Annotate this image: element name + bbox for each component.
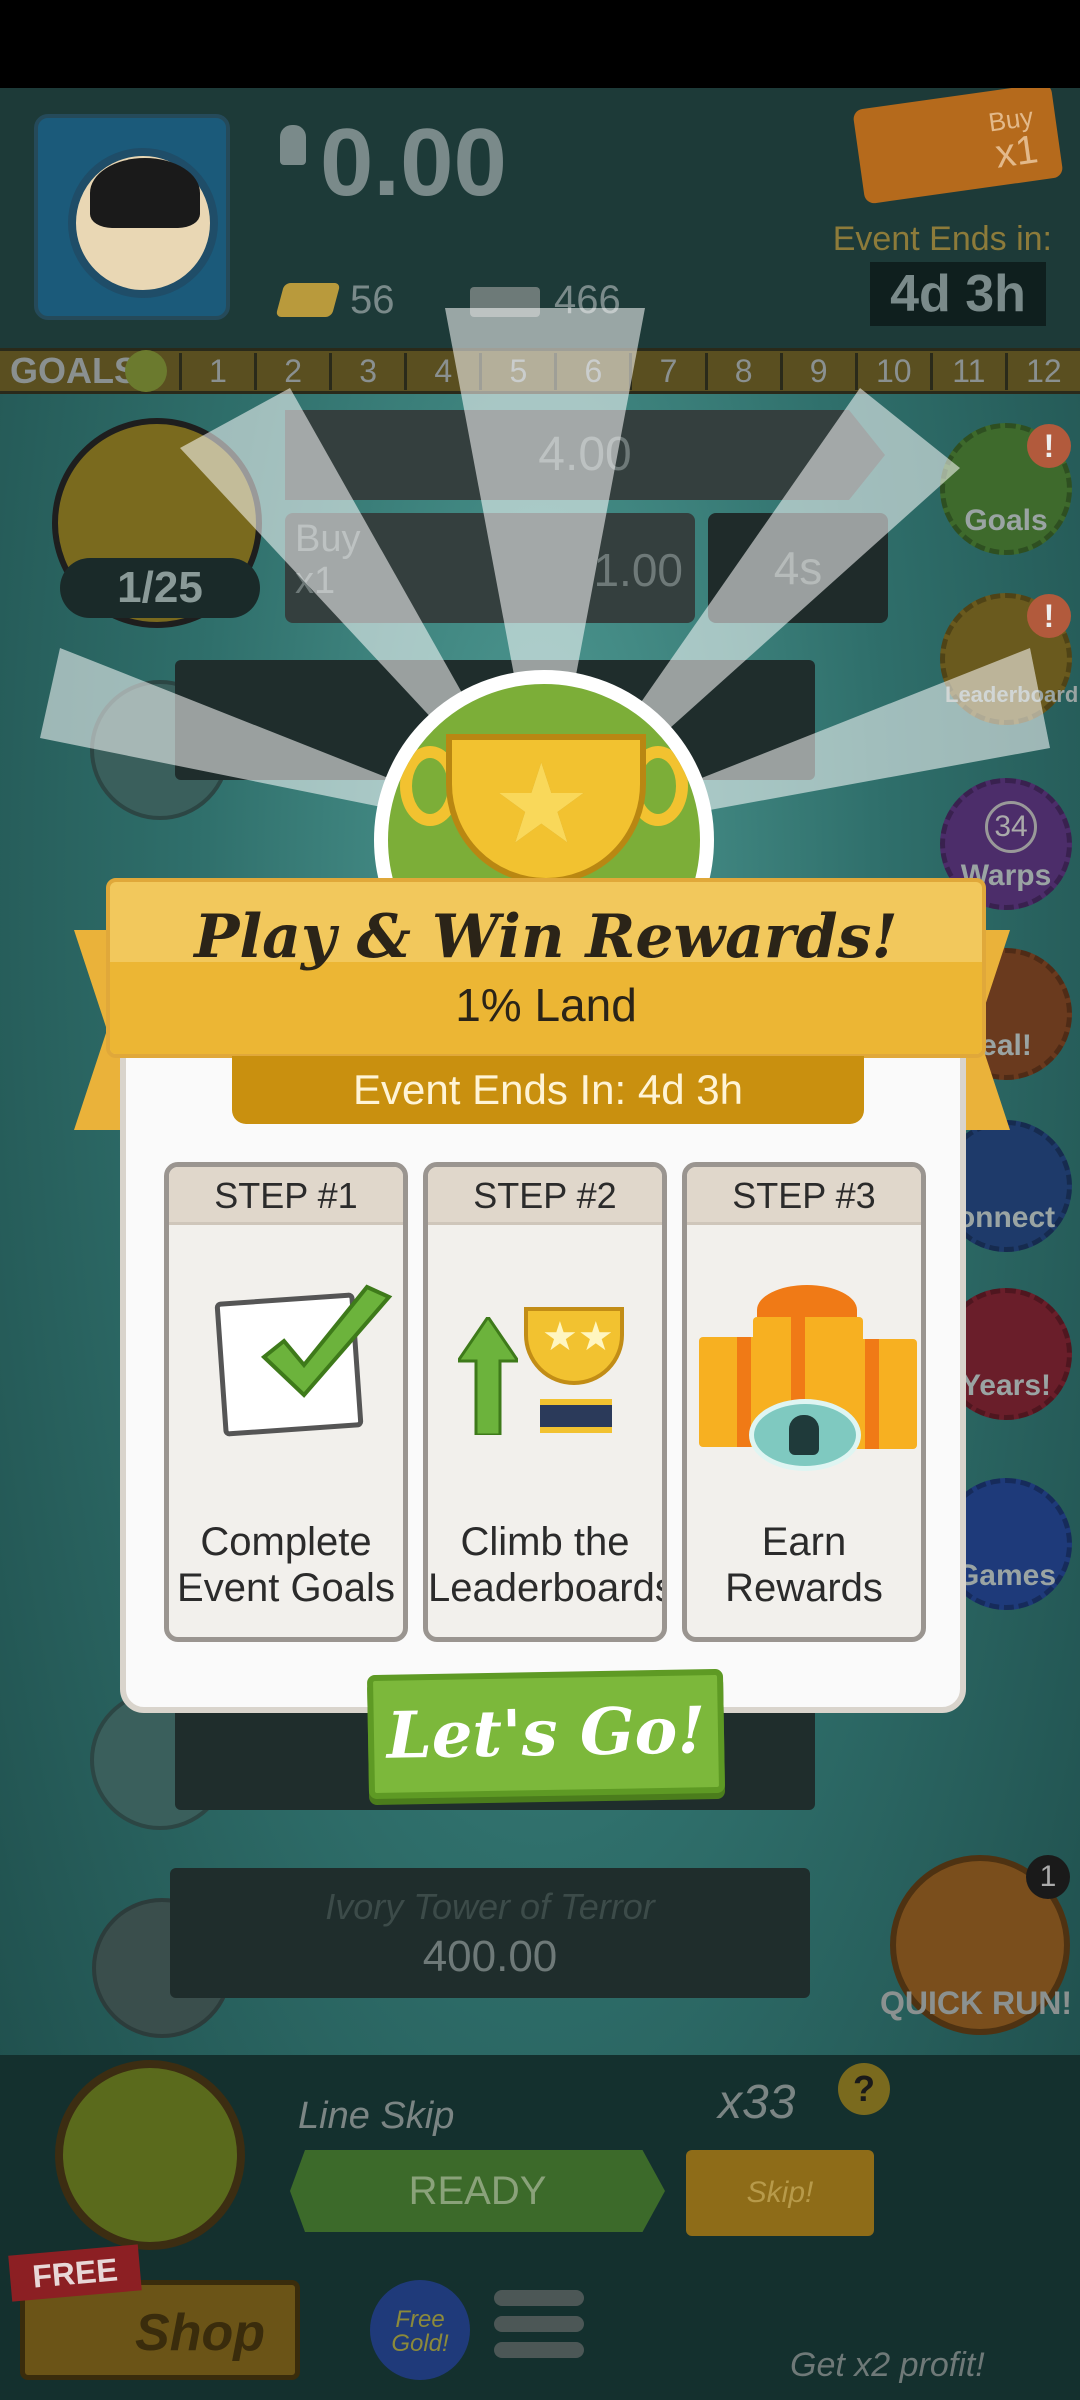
goal-step: 1 xyxy=(179,352,254,390)
ticket-icon xyxy=(470,287,540,317)
line-skip-label: Line Skip xyxy=(298,2095,455,2137)
goals-badge[interactable]: Goals ! xyxy=(940,423,1072,555)
buy-tag-mult: x1 xyxy=(992,127,1041,177)
popsicle-icon xyxy=(280,125,306,165)
business-name: Ivory Tower of Terror xyxy=(325,1886,655,1927)
alert-icon: ! xyxy=(1027,594,1071,638)
trophy-icon: ★★ xyxy=(524,1307,624,1385)
step-header: STEP #2 xyxy=(428,1167,662,1225)
business-timer: 4s xyxy=(708,513,888,623)
ticket-count: 466 xyxy=(470,278,621,323)
step-caption: Complete Event Goals xyxy=(177,1520,395,1611)
money-value: 0.00 xyxy=(320,109,507,216)
goals-bar[interactable]: GOALS 1 2 3 4 5 6 7 8 9 10 11 12 xyxy=(0,348,1080,394)
event-ends-timer: 4d 3h xyxy=(870,262,1046,326)
goal-step: 4 xyxy=(404,352,479,390)
avatar[interactable] xyxy=(34,114,230,320)
ticket-value: 466 xyxy=(554,278,621,322)
goal-step: 9 xyxy=(779,352,855,390)
goal-step: 10 xyxy=(854,352,930,390)
quick-run-label: QUICK RUN! xyxy=(880,1985,1072,2021)
shop-label: Shop xyxy=(135,2304,265,2362)
step-header: STEP #3 xyxy=(687,1167,921,1225)
business-count: 1/25 xyxy=(60,558,260,618)
star-icon: ★★ xyxy=(542,1315,614,1359)
step-caption: Earn Rewards xyxy=(725,1520,883,1611)
step-card-1: STEP #1 Complete Event Goals xyxy=(164,1162,408,1642)
goals-badge-label: Goals xyxy=(964,504,1048,537)
business-row-ivory-tower[interactable]: Ivory Tower of Terror 400.00 xyxy=(170,1868,810,1998)
alert-icon: ! xyxy=(1027,424,1071,468)
buy-label: Buy x1 xyxy=(295,518,361,602)
leaderboard-badge[interactable]: Leaderboard ! xyxy=(940,593,1079,725)
leaderboard-badge-label: Leaderboard xyxy=(945,682,1079,707)
event-ends-strip: Event Ends In: 4d 3h xyxy=(232,1056,864,1124)
line-skip-multiplier: x33 xyxy=(718,2076,796,2129)
goal-step: 2 xyxy=(254,352,329,390)
trophy-cup: ★ xyxy=(446,734,646,884)
help-icon[interactable]: ? xyxy=(838,2063,890,2115)
money-display: 0.00 xyxy=(280,108,507,218)
star-icon: ★ xyxy=(492,743,591,866)
goal-step: 5 xyxy=(479,352,554,390)
line-skip-status: READY xyxy=(290,2150,665,2232)
avatar-hair xyxy=(90,158,200,228)
goal-step: 7 xyxy=(629,352,704,390)
quick-run-badge: 1 xyxy=(1026,1855,1070,1899)
business-value: 400.00 xyxy=(422,1932,558,1981)
buy-cost: 1.00 xyxy=(593,544,683,596)
x2-profit-button[interactable]: Get x2 profit! xyxy=(780,2330,1080,2400)
popsicle-icon xyxy=(789,1415,819,1455)
menu-icon[interactable] xyxy=(494,2290,584,2370)
modal-banner: Play & Win Rewards! 1% Land xyxy=(106,878,986,1058)
line-skip-icon[interactable] xyxy=(55,2060,245,2250)
business-progress-bar: 4.00 xyxy=(285,410,885,500)
event-ends-label: Event Ends in: xyxy=(832,220,1052,258)
step-card-2: STEP #2 ★★ Climb the Leaderboards xyxy=(423,1162,667,1642)
goal-step: 12 xyxy=(1004,352,1080,390)
gold-bar-icon xyxy=(275,283,341,317)
up-arrow-icon xyxy=(458,1317,518,1435)
modal-title: Play & Win Rewards! xyxy=(194,902,898,972)
modal-subtitle: 1% Land xyxy=(455,979,637,1031)
goals-label: GOALS xyxy=(10,350,139,391)
checkmark-icon xyxy=(260,1284,393,1398)
goal-step: 6 xyxy=(554,352,629,390)
buy-tag-text: Buy x1 xyxy=(986,101,1041,177)
step-caption: Climb the Leaderboards xyxy=(428,1520,667,1611)
free-gold-button[interactable]: Free Gold! xyxy=(370,2280,470,2380)
skip-button[interactable]: Skip! xyxy=(686,2150,874,2236)
trophy-base xyxy=(540,1399,612,1433)
gold-value: 56 xyxy=(350,278,395,322)
goal-gift-icon xyxy=(125,350,167,392)
lets-go-button[interactable]: Let's Go! xyxy=(366,1668,726,1800)
step-card-3: STEP #3 Earn Rewards xyxy=(682,1162,926,1642)
goal-step: 11 xyxy=(929,352,1005,390)
business-buy-button[interactable]: Buy x1 1.00 xyxy=(285,513,695,623)
goal-step: 8 xyxy=(704,352,780,390)
warps-count: 34 xyxy=(985,801,1037,853)
status-bar xyxy=(0,0,1080,88)
gold-count: 56 xyxy=(275,278,395,323)
step-header: STEP #1 xyxy=(169,1167,403,1225)
goal-step: 3 xyxy=(329,352,404,390)
